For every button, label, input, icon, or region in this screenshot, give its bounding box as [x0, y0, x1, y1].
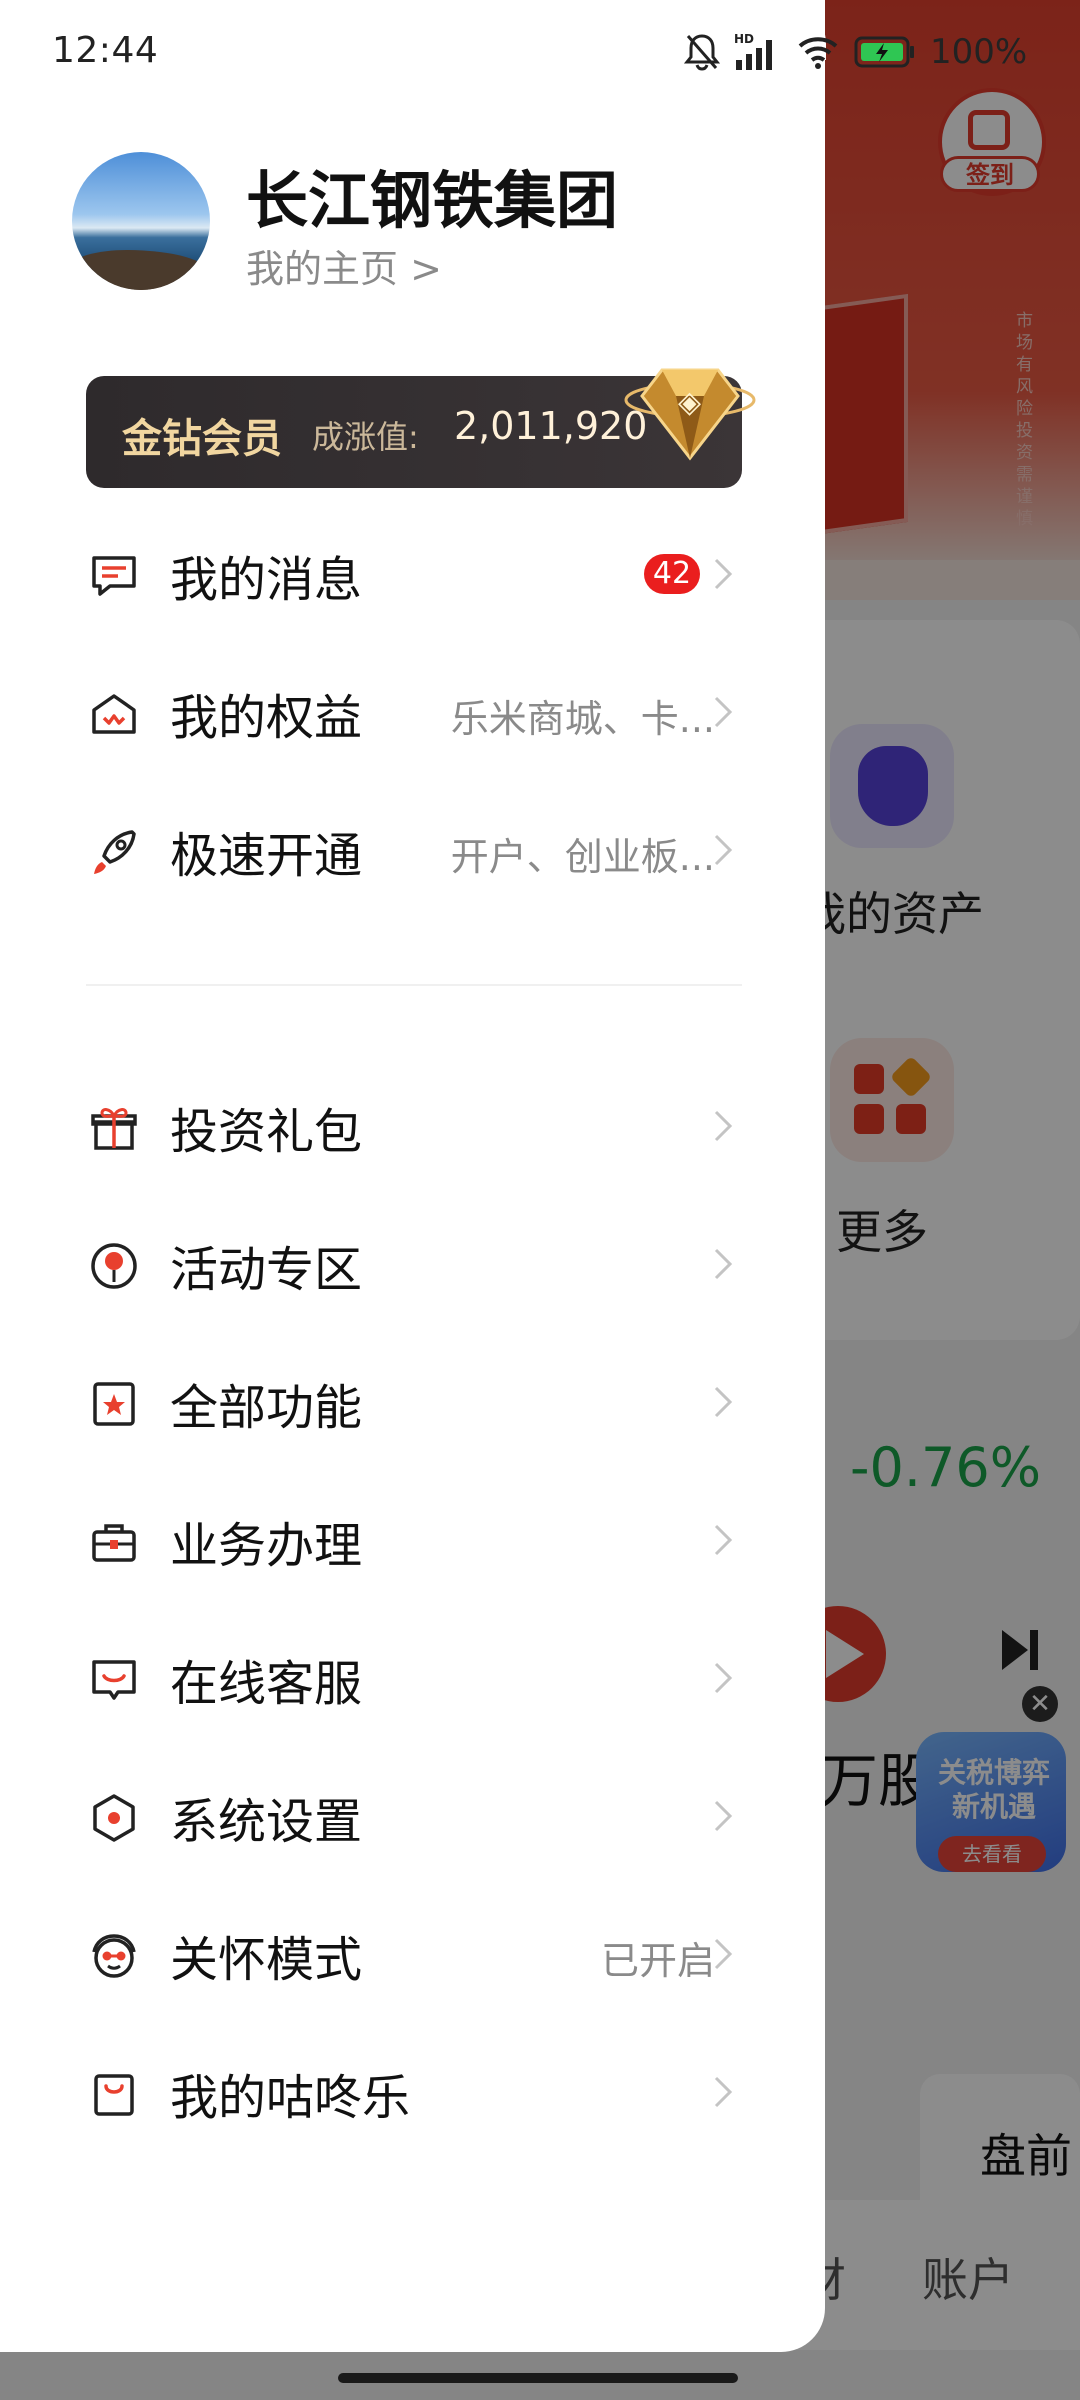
chevron-right-icon [714, 1938, 733, 1970]
growth-label: 成涨值: [312, 418, 419, 456]
care-mode-status: 已开启 [600, 1939, 715, 1983]
menu-fast-open[interactable]: 极速开通 开户、创业板... [0, 786, 825, 906]
status-icons: HD 100% [684, 28, 1027, 76]
menu-label: 关怀模式 [170, 1932, 363, 1988]
message-icon [92, 556, 136, 596]
hexagon-settings-icon [93, 1794, 135, 1842]
chevron-right-icon [714, 696, 733, 728]
chevron-right-icon [714, 1110, 733, 1142]
care-mode-icon [92, 1934, 136, 1978]
menu-label: 系统设置 [170, 1794, 363, 1850]
vip-title: 金钻会员 [122, 416, 282, 462]
vip-member-card[interactable]: 金钻会员 成涨值: 2,011,920 ◈ [86, 368, 756, 488]
chevron-right-icon [714, 1800, 733, 1832]
menu-label: 活动专区 [170, 1242, 363, 1298]
menu-system-settings[interactable]: 系统设置 [0, 1752, 825, 1872]
menu-label: 投资礼包 [170, 1104, 363, 1160]
chevron-right-icon [714, 1386, 733, 1418]
chevron-right-icon [714, 1524, 733, 1556]
chevron-right-icon [714, 1248, 733, 1280]
unread-badge: 42 [644, 554, 700, 594]
bell-muted-icon [684, 34, 720, 71]
menu-my-messages[interactable]: 我的消息 42 [0, 510, 825, 630]
side-drawer: 12:44 HD 100% 长江钢铁集团 我的主页 > 金钻会员 成涨值: 2,… [0, 0, 1027, 2352]
grid-star-icon [93, 1382, 135, 1426]
battery-icon [854, 36, 914, 68]
chevron-right-icon [714, 834, 733, 866]
menu-my-gudongle[interactable]: 我的咕咚乐 [0, 2028, 825, 2148]
user-name[interactable]: 长江钢铁集团 [246, 150, 618, 240]
crown-house-icon [92, 694, 136, 734]
avatar[interactable] [72, 152, 210, 290]
growth-value: 2,011,920 [454, 404, 648, 448]
rocket-icon [94, 830, 136, 874]
balloon-icon [91, 1243, 137, 1289]
menu-subtitle: 乐米商城、卡... [450, 697, 715, 741]
menu-label: 我的消息 [170, 552, 363, 608]
menu-label: 全部功能 [170, 1380, 363, 1436]
menu-online-service[interactable]: 在线客服 [0, 1614, 825, 1734]
menu-label: 我的咕咚乐 [170, 2070, 411, 2126]
menu-label: 业务办理 [170, 1518, 363, 1574]
gold-diamond-icon: ◈ [624, 368, 756, 461]
briefcase-icon [92, 1524, 136, 1562]
divider [86, 984, 742, 986]
svg-text:HD: HD [734, 32, 754, 46]
chevron-right-icon [714, 2076, 733, 2108]
signal-icon: HD [734, 32, 772, 70]
menu-my-rights[interactable]: 我的权益 乐米商城、卡... [0, 648, 825, 768]
battery-percent: 100% [930, 32, 1028, 72]
chevron-right-icon [714, 558, 733, 590]
status-time: 12:44 [52, 30, 159, 71]
menu-care-mode[interactable]: 关怀模式 已开启 [0, 1890, 825, 2010]
svg-text:◈: ◈ [678, 385, 701, 420]
my-homepage-link[interactable]: 我的主页 > [246, 238, 442, 293]
avatar-rocks [72, 250, 210, 290]
gift-icon [91, 1108, 137, 1150]
wifi-icon [798, 37, 838, 69]
menu-subtitle: 开户、创业板... [450, 835, 715, 879]
menu-label: 极速开通 [170, 828, 363, 884]
menu-all-functions[interactable]: 全部功能 [0, 1338, 825, 1458]
home-indicator[interactable] [338, 2373, 738, 2383]
chevron-right-icon [714, 1662, 733, 1694]
shopping-bag-icon [94, 2074, 134, 2116]
chat-support-icon [92, 1660, 136, 1700]
menu-activity-zone[interactable]: 活动专区 [0, 1200, 825, 1320]
menu-label: 在线客服 [170, 1656, 363, 1712]
menu-business-handling[interactable]: 业务办理 [0, 1476, 825, 1596]
menu-investment-gift[interactable]: 投资礼包 [0, 1062, 825, 1182]
menu-label: 我的权益 [170, 690, 363, 746]
